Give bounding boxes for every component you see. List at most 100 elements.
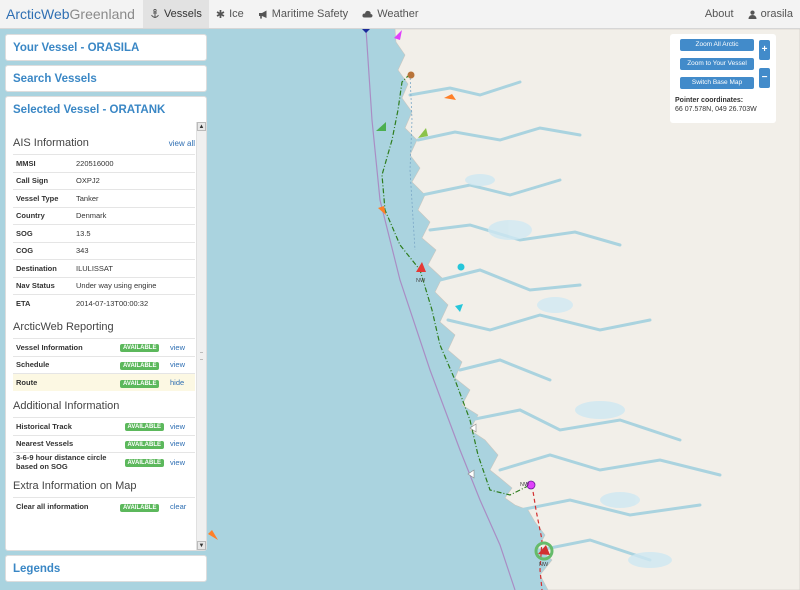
your-vessel-heading[interactable]: Your Vessel - ORASILA [6,35,206,60]
zoom-out-button[interactable]: − [759,68,770,88]
additional-row: Historical Track AVAILABLE view [13,417,195,435]
ais-row: Destination ILULISSAT [13,259,195,277]
ais-key: MMSI [13,154,73,172]
extra-table: Clear all information AVAILABLE clear [13,497,195,515]
nav-user-label: orasila [760,8,793,20]
reporting-row: Vessel Information AVAILABLE view [13,338,195,356]
ais-value: 2014-07-13T00:00:32 [73,294,195,312]
nav-vessels[interactable]: Vessels [142,0,209,28]
badge-cell: AVAILABLE [121,452,167,471]
your-vessel-panel[interactable]: Your Vessel - ORASILA [5,34,207,61]
available-badge: AVAILABLE [124,459,164,467]
nav-about[interactable]: About [698,0,741,28]
scroll-up-arrow[interactable]: ▲ [197,122,206,131]
switch-base-map-button[interactable]: Switch Base Map [680,77,754,89]
ais-key: Nav Status [13,276,73,295]
nav-ice[interactable]: ✱ Ice [209,0,251,28]
available-badge: AVAILABLE [120,503,160,512]
ais-key: Destination [13,259,73,277]
ais-row: ETA 2014-07-13T00:00:32 [13,294,195,312]
badge-cell: AVAILABLE [121,434,167,453]
vessel-tag: NW [539,562,549,568]
ais-key: Call Sign [13,171,73,190]
action-link-view[interactable]: view [170,360,185,369]
ais-key: Country [13,206,73,225]
ais-row: COG 343 [13,241,195,260]
action-link-view[interactable]: view [170,343,185,352]
action-cell: view [167,355,195,374]
available-badge: AVAILABLE [120,344,160,353]
action-cell: view [167,417,195,435]
action-link-hide[interactable]: hide [170,378,184,387]
selected-vessel-heading[interactable]: Selected Vessel - ORATANK [6,97,206,122]
asterisk-icon: ✱ [215,8,226,21]
view-all-link[interactable]: view all [169,139,195,148]
nav-user-menu[interactable]: orasila [741,0,800,28]
zoom-in-button[interactable]: + [759,40,770,60]
available-badge: AVAILABLE [124,440,164,449]
user-icon [748,10,757,19]
nav-maritime-safety[interactable]: Maritime Safety [251,0,355,28]
pointer-value: 66 07.578N, 049 26.703W [675,106,757,113]
action-link-clear[interactable]: clear [170,502,186,511]
zoom-all-arctic-button[interactable]: Zoom All Arctic [680,39,754,51]
nav-vessels-label: Vessels [163,8,202,20]
extra-row: Clear all information AVAILABLE clear [13,497,195,515]
brand-logo[interactable]: ArcticWeb Greenland [0,0,143,28]
nav-ice-label: Ice [229,8,244,20]
additional-key: Nearest Vessels [13,434,122,453]
additional-row: 3-6-9 hour distance circle based on SOG A… [13,452,195,471]
additional-section-header: Additional Information [13,395,195,417]
ais-value: Denmark [73,206,195,225]
ais-row: Country Denmark [13,206,195,225]
ais-value: ILULISSAT [73,259,195,277]
ais-row: Nav Status Under way using engine [13,276,195,295]
reporting-table: Vessel Information AVAILABLE view Schedule A… [13,338,195,391]
bullhorn-icon [258,10,267,19]
action-cell: view [167,338,195,356]
action-link-view[interactable]: view [170,422,185,431]
action-cell: hide [167,373,195,391]
legends-panel[interactable]: Legends [5,555,207,582]
search-vessels-heading[interactable]: Search Vessels [6,66,206,91]
ais-value: 220516000 [73,154,195,172]
ais-section-header: AIS Information view all [13,132,195,154]
ais-value: 13.5 [73,224,195,242]
vessel-marker [376,122,386,131]
ais-row: Call Sign OXPJ2 [13,171,195,190]
reporting-row: Schedule AVAILABLE view [13,355,195,374]
ais-value: Under way using engine [73,276,195,295]
scroll-grip[interactable] [200,352,203,360]
top-navbar: ArcticWeb Greenland Vessels ✱ Ice Maritim… [0,0,800,29]
vessel-tag: NW [520,482,530,488]
cloud-icon [362,10,373,18]
reporting-section-header: ArcticWeb Reporting [13,316,195,338]
action-cell: view [167,434,195,453]
search-vessels-panel[interactable]: Search Vessels [5,65,207,92]
badge-cell: AVAILABLE [121,417,167,435]
pointer-label: Pointer coordinates: [675,97,744,104]
nav-weather[interactable]: Weather [355,0,425,28]
panel-scrollbar[interactable]: ▲ ▼ [196,122,206,550]
available-badge: AVAILABLE [120,361,160,370]
vessel-tag: NW [416,278,426,284]
badge-cell: AVAILABLE [117,355,167,374]
extra-title: Extra Information on Map [13,480,137,492]
anchor-icon [151,9,159,18]
additional-key: Historical Track [13,417,122,435]
additional-table: Historical Track AVAILABLE view Nearest Ves… [13,417,195,471]
action-link-view[interactable]: view [170,458,185,467]
legends-heading[interactable]: Legends [6,556,206,581]
additional-title: Additional Information [13,400,120,412]
action-link-view[interactable]: view [170,439,185,448]
ais-key: ETA [13,294,73,312]
nav-weather-label: Weather [377,8,419,20]
ais-key: Vessel Type [13,189,73,207]
additional-row: Nearest Vessels AVAILABLE view [13,434,195,453]
selected-vessel-scroll[interactable]: AIS Information view all MMSI 220516000 Ca… [13,122,195,550]
nav-about-label: About [704,8,734,20]
reporting-key: Vessel Information [13,338,117,356]
zoom-to-vessel-button[interactable]: Zoom to Your Vessel [680,58,754,70]
additional-key: 3-6-9 hour distance circle based on SOG [13,452,122,471]
scroll-down-arrow[interactable]: ▼ [197,541,206,550]
